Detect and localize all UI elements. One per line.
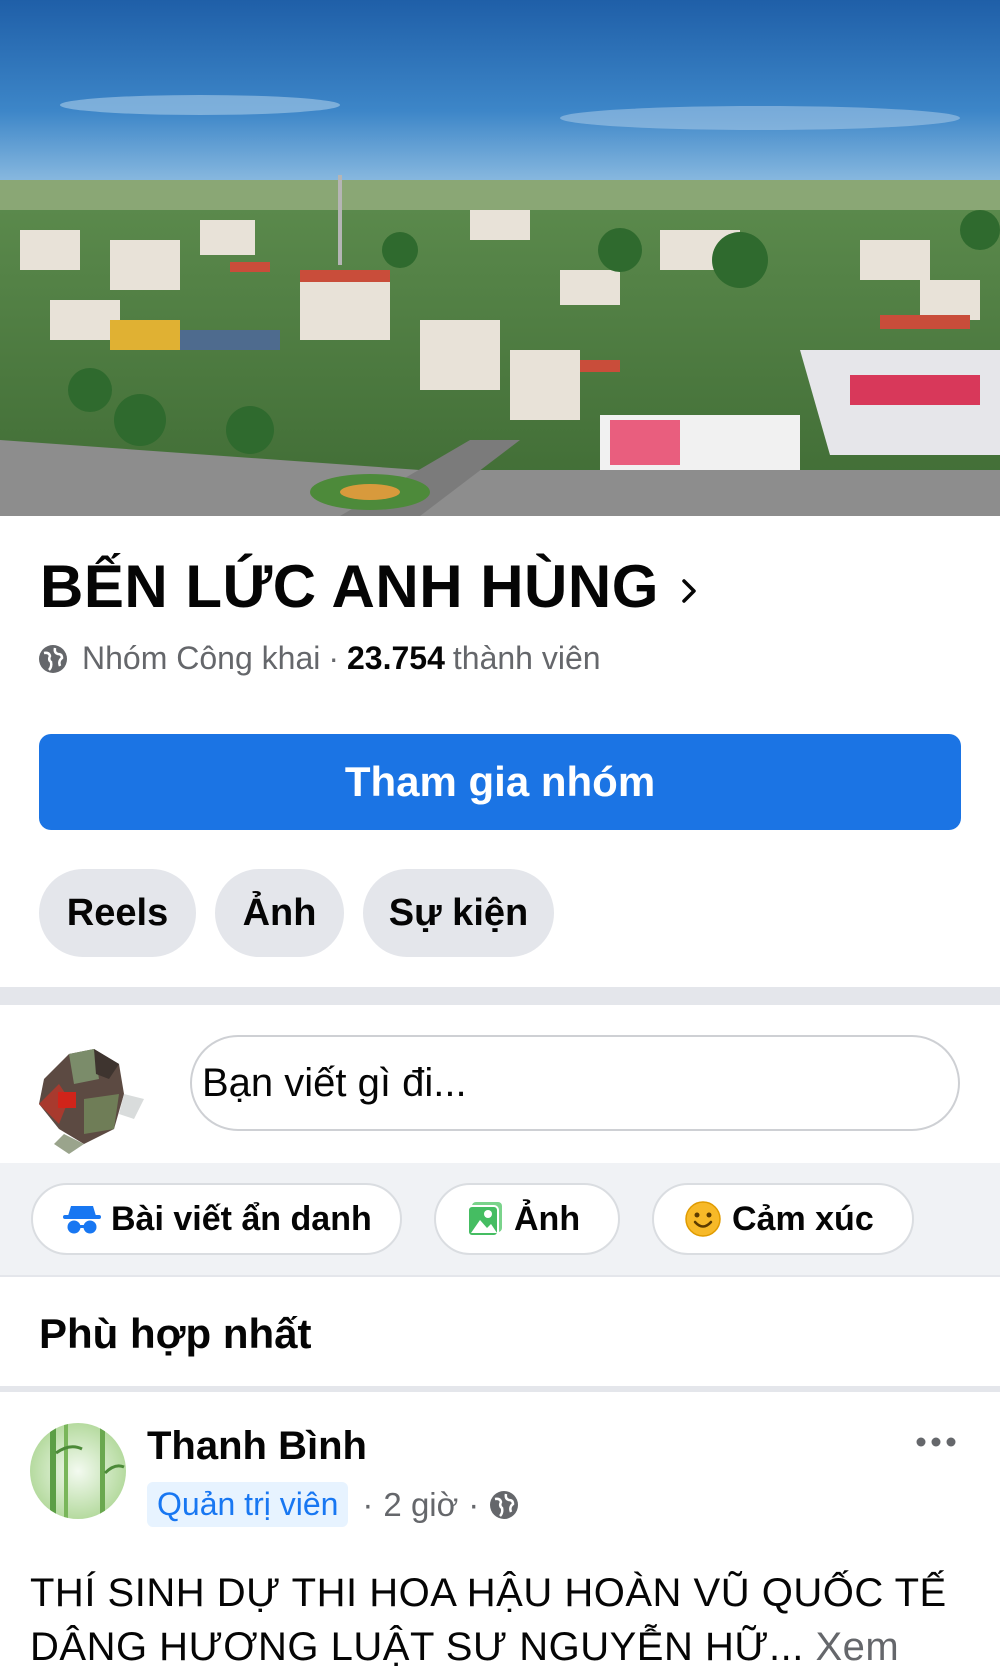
section-divider <box>0 1275 1000 1277</box>
post-time[interactable]: 2 giờ <box>383 1486 458 1524</box>
group-tabs: Reels Ảnh Sự kiện <box>39 869 573 957</box>
tab-events[interactable]: Sự kiện <box>363 869 554 957</box>
meta-dot: · <box>362 1485 374 1523</box>
feeling-button[interactable]: Cảm xúc <box>652 1183 914 1255</box>
meta-separator: · <box>328 640 339 676</box>
group-name: BẾN LỨC ANH HÙNG <box>40 553 659 620</box>
chevron-right-icon <box>681 578 697 609</box>
composer-actions: Bài viết ẩn danh Ảnh Cảm xúc <box>0 1163 1000 1275</box>
post-text: THÍ SINH DỰ THI HOA HẬU HOÀN VŨ QUỐC TẾ … <box>30 1566 990 1676</box>
section-divider <box>0 1386 1000 1392</box>
section-divider <box>0 987 1000 1005</box>
member-count: 23.754 <box>347 640 445 676</box>
tab-photos[interactable]: Ảnh <box>215 869 344 957</box>
join-group-button[interactable]: Tham gia nhóm <box>39 734 961 830</box>
post-author-avatar[interactable] <box>30 1423 126 1519</box>
post-author-name[interactable]: Thanh Bình <box>147 1424 367 1469</box>
members-label: thành viên <box>452 640 601 676</box>
globe-icon <box>38 644 68 674</box>
globe-icon <box>489 1490 519 1520</box>
anonymous-post-label: Bài viết ẩn danh <box>111 1199 372 1238</box>
group-cover-photo[interactable] <box>0 0 1000 516</box>
feeling-label: Cảm xúc <box>732 1199 874 1238</box>
avatar[interactable] <box>24 1024 164 1160</box>
admin-badge[interactable]: Quản trị viên <box>147 1482 349 1527</box>
post-meta: Quản trị viên · 2 giờ · <box>147 1482 519 1527</box>
group-meta: Nhóm Công khai · 23.754 thành viên <box>38 640 601 677</box>
meta-dot: · <box>468 1485 480 1523</box>
feed-sort-label[interactable]: Phù hợp nhất <box>39 1310 312 1358</box>
photo-button[interactable]: Ảnh <box>434 1183 620 1255</box>
group-privacy: Nhóm Công khai <box>82 640 321 676</box>
composer-input[interactable]: Bạn viết gì đi... <box>190 1035 960 1131</box>
post-body: THÍ SINH DỰ THI HOA HẬU HOÀN VŨ QUỐC TẾ … <box>30 1571 947 1669</box>
smiley-icon <box>684 1200 722 1238</box>
tab-reels[interactable]: Reels <box>39 869 196 957</box>
anonymous-icon <box>63 1202 101 1236</box>
group-title-row[interactable]: BẾN LỨC ANH HÙNG <box>40 552 697 621</box>
anonymous-post-button[interactable]: Bài viết ẩn danh <box>31 1183 402 1255</box>
photo-label: Ảnh <box>514 1199 581 1238</box>
photo-icon <box>466 1200 504 1238</box>
more-options-icon[interactable] <box>912 1424 960 1460</box>
